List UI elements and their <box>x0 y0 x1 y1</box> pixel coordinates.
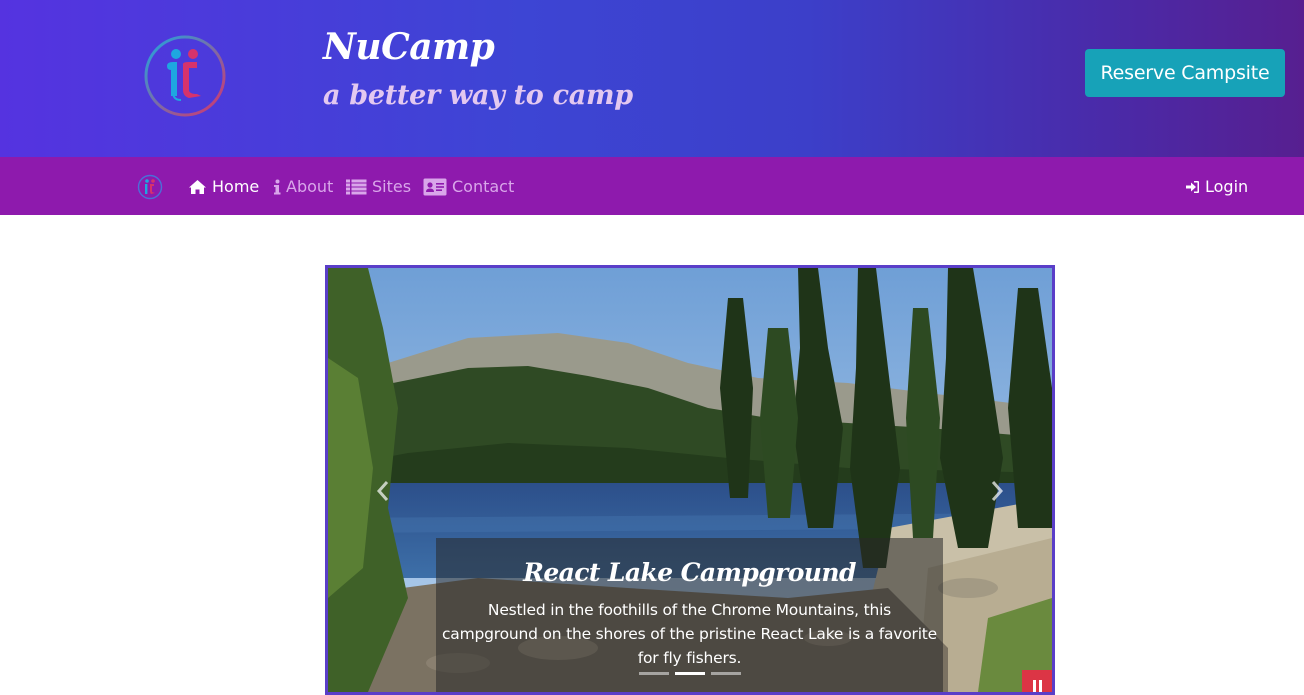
nav-logo-icon[interactable] <box>137 174 163 200</box>
pause-icon <box>1038 680 1042 692</box>
nav-item-sites[interactable]: Sites <box>346 174 411 199</box>
chevron-left-icon <box>376 481 389 501</box>
nav-item-label: About <box>286 177 334 196</box>
carousel-next-button[interactable] <box>982 476 1012 506</box>
nav-item-about[interactable]: About <box>273 174 333 199</box>
nucamp-logo-icon <box>144 35 226 117</box>
info-icon <box>274 179 281 194</box>
home-icon <box>189 179 206 194</box>
chevron-right-icon <box>991 481 1004 501</box>
caption-title: React Lake Campground <box>523 558 856 587</box>
login-button[interactable]: Login <box>1186 174 1248 199</box>
nav-item-label: Contact <box>452 177 515 196</box>
pause-icon <box>1032 680 1036 692</box>
campsite-carousel[interactable]: React Lake Campground Nestled in the foo… <box>325 265 1055 695</box>
nav-item-label: Sites <box>372 177 412 196</box>
nav-item-home[interactable]: Home <box>188 174 259 199</box>
caption-text: Nestled in the foothills of the Chrome M… <box>441 601 938 667</box>
brand-tagline: a better way to camp <box>323 80 633 111</box>
carousel-indicator-2[interactable] <box>675 672 705 675</box>
nav-item-label: Home <box>212 177 260 196</box>
carousel-indicator-3[interactable] <box>711 672 741 675</box>
nav-item-contact[interactable]: Contact <box>423 174 514 199</box>
login-label: Login <box>1205 177 1249 196</box>
reserve-campsite-button[interactable]: Reserve Campsite <box>1085 49 1285 97</box>
address-card-icon <box>423 178 447 195</box>
header-jumbotron: NuCamp a better way to camp Reserve Camp… <box>0 0 1304 157</box>
carousel-indicators <box>639 672 741 675</box>
carousel-indicator-1[interactable] <box>639 672 669 675</box>
list-icon <box>346 179 367 194</box>
sign-in-icon <box>1186 180 1199 193</box>
carousel-pause-button[interactable] <box>1022 670 1052 692</box>
brand-title: NuCamp <box>323 26 495 68</box>
carousel-prev-button[interactable] <box>368 476 398 506</box>
carousel-caption: React Lake Campground Nestled in the foo… <box>436 538 943 692</box>
